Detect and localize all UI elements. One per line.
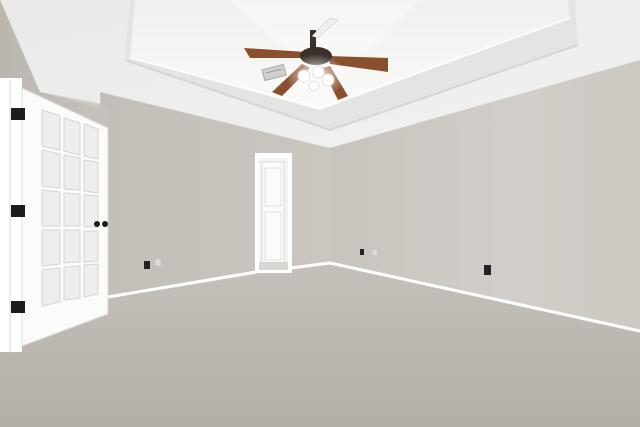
outlet [360,249,364,255]
fan-light-bulb [321,73,335,87]
outlet [144,261,150,269]
hinge [11,205,25,217]
outlet [484,265,491,275]
french-door-glass [41,109,99,307]
fan-light-bulb [297,69,311,83]
hinge [11,301,25,313]
fan-light-bulb [308,80,320,92]
door-handle [102,221,108,227]
hinge [11,108,25,120]
door-handle [94,221,100,227]
room-photo [0,0,640,427]
outlet [373,250,377,255]
fan-light-bulb [311,65,325,79]
hallway-floor [259,262,288,270]
outlet [154,258,162,267]
french-door [21,87,109,347]
